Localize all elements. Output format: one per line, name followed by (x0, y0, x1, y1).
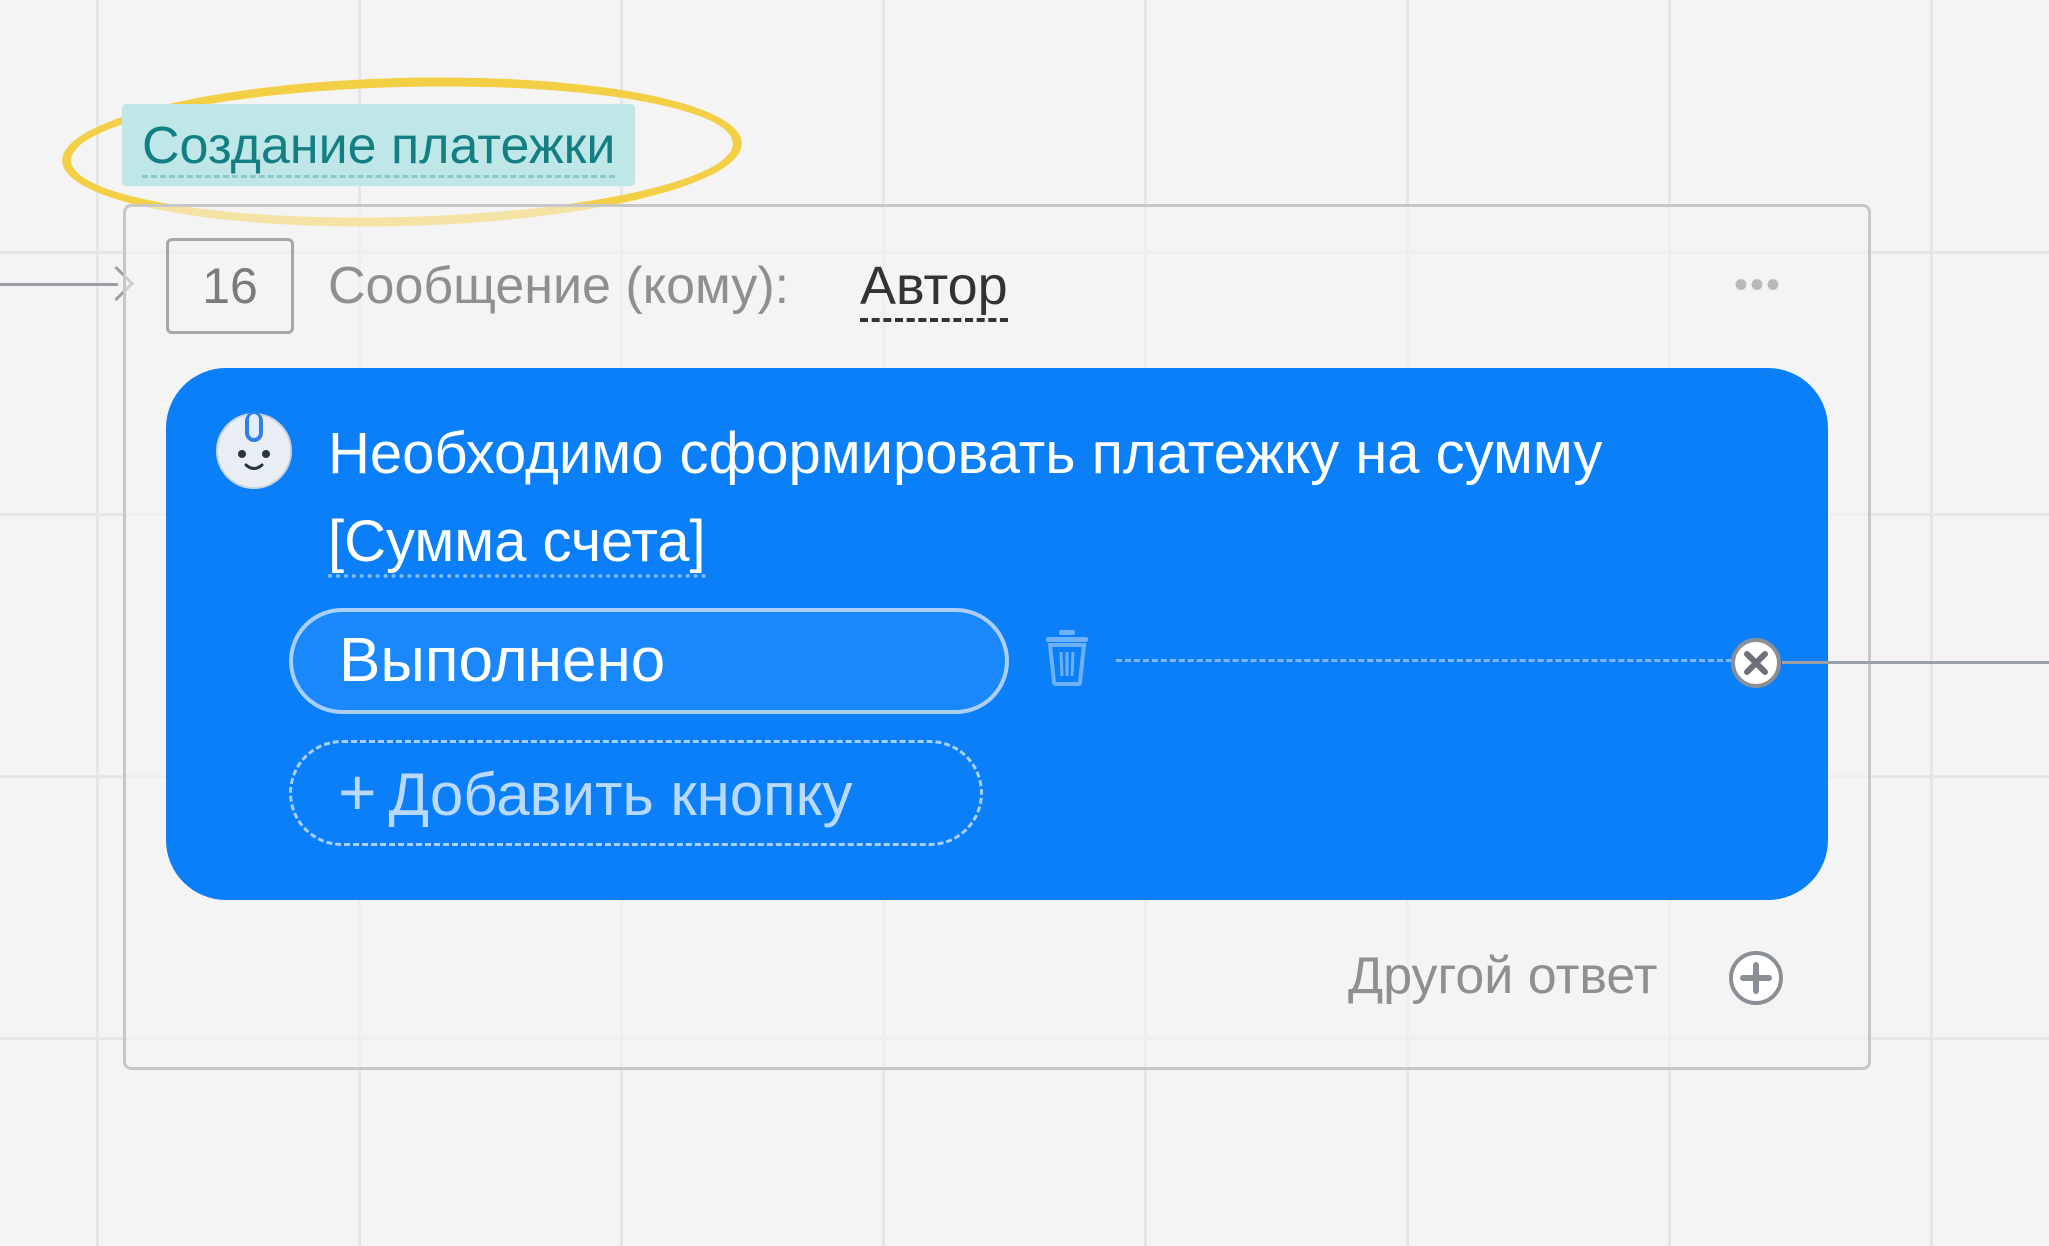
message-recipient-label: Сообщение (кому): (328, 257, 790, 315)
outgoing-connector-line (1782, 661, 2049, 664)
message-text[interactable]: Необходимо сформировать платежку на сумм… (328, 410, 1628, 586)
message-recipient-selector[interactable]: Автор (860, 254, 1008, 322)
step-title-text: Создание платежки (142, 117, 616, 178)
done-button[interactable]: Выполнено (289, 608, 1009, 714)
message-text-body: Необходимо сформировать платежку на сумм… (328, 421, 1603, 486)
plus-icon: + (338, 755, 377, 829)
button-connector-dashed (1116, 659, 1732, 662)
add-button[interactable]: + Добавить кнопку (289, 740, 983, 846)
add-button-label: Добавить кнопку (388, 761, 853, 828)
trash-icon[interactable] (1044, 628, 1090, 686)
close-circle-icon[interactable] (1730, 637, 1782, 689)
step-title[interactable]: Создание платежки (122, 104, 636, 186)
other-answer-link[interactable]: Другой ответ (1348, 944, 1657, 1008)
plus-circle-icon[interactable] (1727, 949, 1785, 1007)
bot-avatar-icon (216, 412, 292, 489)
more-dots-icon[interactable]: ••• (1730, 265, 1786, 305)
message-variable: [Сумма счета] (328, 509, 706, 578)
step-number-badge: 16 (166, 238, 294, 334)
